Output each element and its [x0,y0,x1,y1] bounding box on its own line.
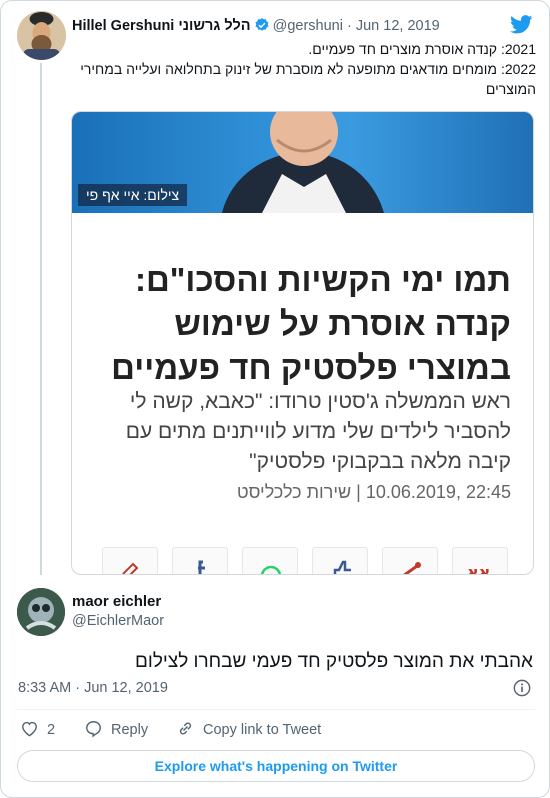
article-headline: תמו ימי הקשיות והסכו"ם: קנדה אוסרת על שי… [91,258,511,390]
headline-line: במוצרי פלסטיק חד פעמיים [111,349,511,386]
info-icon[interactable] [513,679,531,702]
reply-timestamp[interactable]: 8:33 AM · Jun 12, 2019 [18,680,168,696]
subline-line: להסביר לילדים שלי מדוע לווייתנים מתים עם [125,420,511,443]
headline-line: תמו ימי הקשיות והסכו"ם: [135,261,511,298]
reply-icon [84,719,103,742]
share-edit-icon [102,547,158,574]
parent-author-avatar[interactable] [17,11,66,60]
divider [17,709,535,710]
reply-author-avatar[interactable] [17,588,65,636]
share-like-icon [312,547,368,574]
explore-twitter-button[interactable]: Explore what's happening on Twitter [17,750,535,782]
attached-image[interactable]: צילום: איי אף פי תמו ימי הקשיות והסכו"ם:… [71,111,534,575]
reply-button[interactable]: Reply [84,719,148,741]
parent-tweet-text: 2021: קנדה אוסרת מוצרים חד פעמיים. 2022:… [76,39,536,99]
parent-tweet-line: 2021: קנדה אוסרת מוצרים חד פעמיים. [308,41,536,57]
twitter-logo-icon[interactable] [510,15,533,39]
parent-tweet-line: המוצרים [485,81,536,97]
photo-credit-label: צילום: איי אף פי [78,184,188,206]
copy-link-label: Copy link to Tweet [203,722,322,738]
subline-line: קיבה מלאה בבקבוקי פלסטיק" [249,450,511,473]
share-whatsapp-icon [242,547,298,574]
reply-label: Reply [111,722,149,738]
parent-tweet-line: 2022: מומחים מודאגים מתופעה לא מוסברת של… [80,61,536,77]
article-subheadline: ראש הממשלה ג'סטין טרודו: "כאבא, קשה לי ל… [81,387,511,477]
headline-line: קנדה אוסרת על שימוש [174,305,511,342]
link-icon [176,719,195,742]
article-meta: 22:45 ,10.06.2019 | שירות כלכליסט [236,482,511,502]
article-photo: צילום: איי אף פי [72,112,533,213]
copy-link-button[interactable]: Copy link to Tweet [176,719,321,741]
reply-author-handle[interactable]: @EichlerMaor [72,613,164,629]
verified-badge-icon [254,17,270,37]
share-link-icon [382,547,438,574]
subline-line: ראש הממשלה ג'סטין טרודו: "כאבא, קשה לי [129,390,511,413]
reply-tweet-text: אהבתי את המוצר פלסטיק חד פעמי שבחרו לציל… [135,651,533,672]
like-count: 2 [47,722,56,738]
parent-author-name[interactable]: Hillel Gershuni הלל גרשוני [72,18,251,34]
reply-author-name[interactable]: maor eichler [72,593,161,610]
svg-text:אא: אא [467,563,490,575]
parent-author-handle[interactable]: @gershuni [273,18,343,34]
like-button[interactable]: 2 [20,719,55,741]
article-share-bar: אא [102,547,532,575]
parent-tweet-date[interactable]: Jun 12, 2019 [356,18,440,34]
embedded-tweet-card: Hillel Gershuni הלל גרשוני @gershuni · Ju… [0,0,550,798]
share-facebook-icon [172,547,228,574]
parent-tweet-header: Hillel Gershuni הלל גרשוני @gershuni · Ju… [72,17,492,37]
heart-icon [20,719,39,742]
share-font-size-icon: אא [452,547,508,575]
thread-connector-line [40,63,42,575]
header-separator: · [346,18,352,34]
